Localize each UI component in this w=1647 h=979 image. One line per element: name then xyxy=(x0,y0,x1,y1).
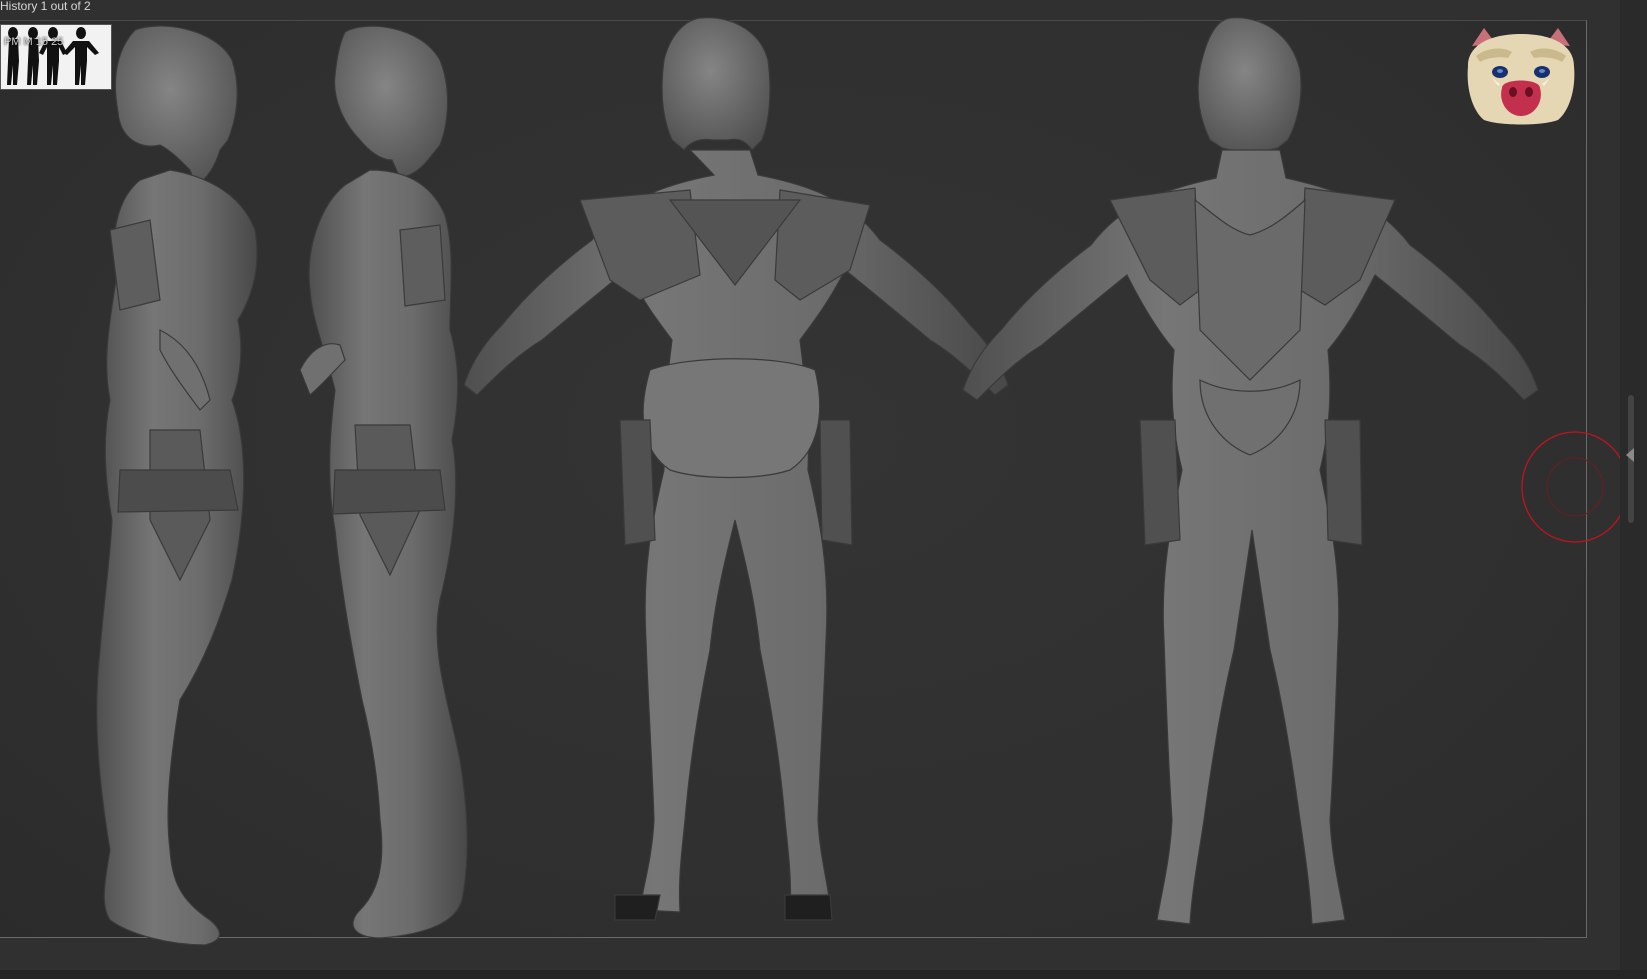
bottom-panel-strip xyxy=(0,970,1647,979)
model-side-view-right xyxy=(96,25,258,946)
sculpt-models-view[interactable] xyxy=(0,0,1647,979)
boar-mask-icon xyxy=(1467,28,1575,125)
brush-cursor-icon xyxy=(1521,431,1629,543)
reference-thumbnail[interactable] xyxy=(0,24,112,90)
model-side-view-left xyxy=(299,25,468,939)
reference-silhouettes-icon xyxy=(7,27,99,85)
model-front-view xyxy=(962,17,1539,925)
zbrush-viewport-app: History 1 out of 2 PM M 15 25 xyxy=(0,0,1647,979)
collapse-arrow-icon[interactable] xyxy=(1626,448,1634,462)
model-back-view xyxy=(463,17,1009,921)
thumbnail-caption: PM M 15 25 xyxy=(4,36,64,48)
